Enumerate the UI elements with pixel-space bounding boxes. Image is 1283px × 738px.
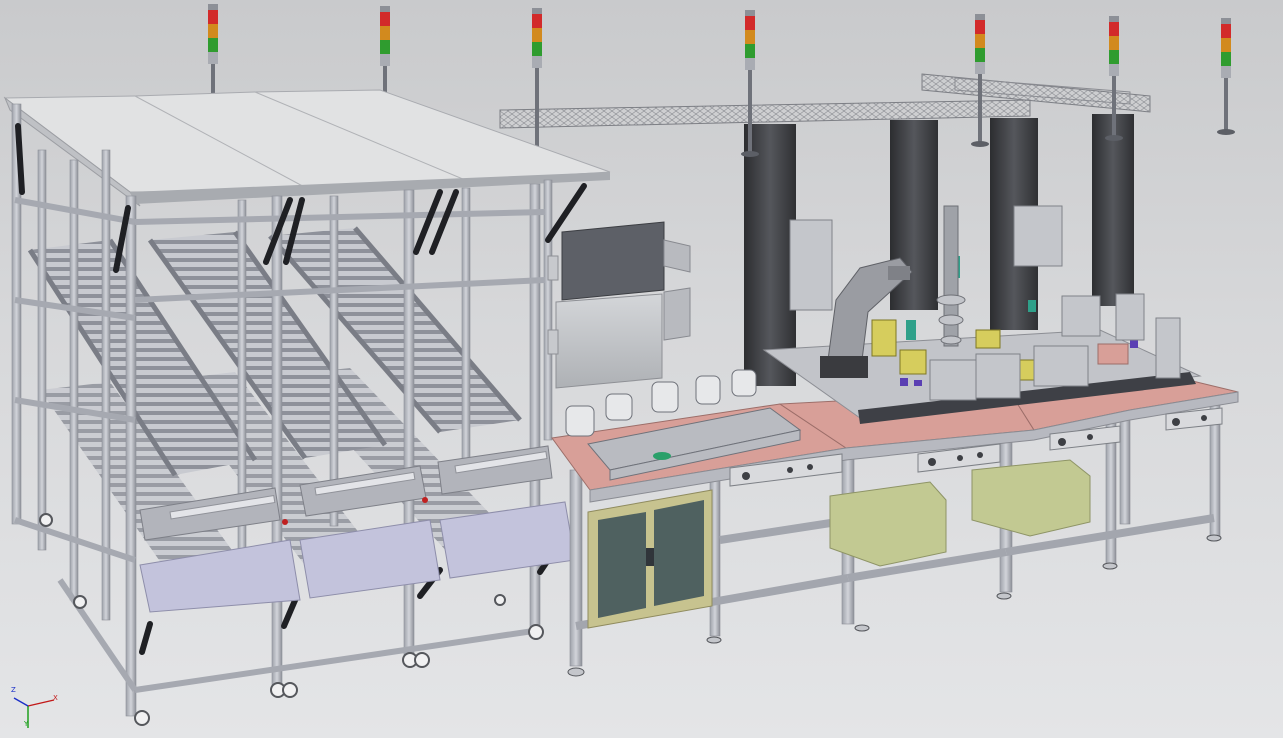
y-axis-label: Y xyxy=(24,720,29,728)
z-axis-line xyxy=(13,697,29,707)
cable-tray xyxy=(499,73,1151,129)
stack-light-3 xyxy=(528,8,546,167)
stack-light-7 xyxy=(1217,18,1235,135)
x-axis-line xyxy=(27,699,55,707)
x-axis-label: X xyxy=(53,694,58,702)
robot-cell xyxy=(762,205,1202,424)
orientation-triad: X Y Z xyxy=(8,686,64,732)
assembly-line-model[interactable] xyxy=(0,0,1283,738)
workbench-line xyxy=(551,377,1239,677)
z-axis-label: Z xyxy=(11,686,16,694)
cad-3d-viewport[interactable]: X Y Z xyxy=(0,0,1283,738)
storage-rack xyxy=(3,89,611,726)
hmi-panels xyxy=(547,221,691,389)
